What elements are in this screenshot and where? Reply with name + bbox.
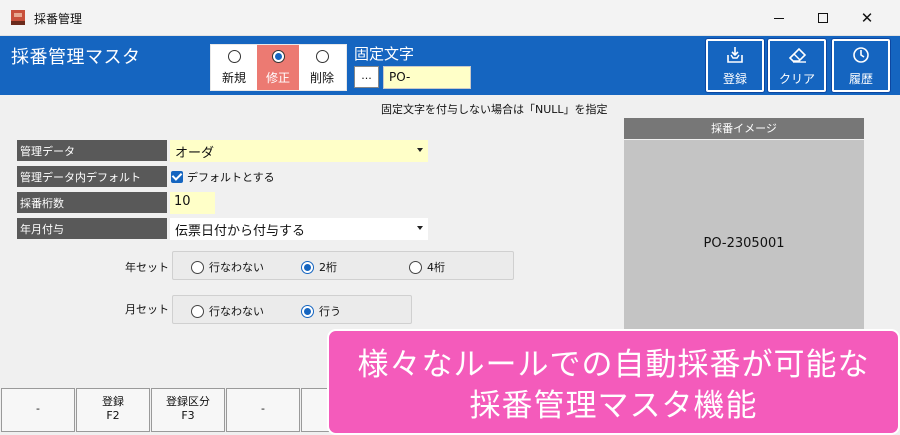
function-key-1[interactable]: - <box>1 388 75 432</box>
mode-edit-label: 修正 <box>265 71 290 85</box>
inbox-download-icon <box>727 47 743 63</box>
digits-label: 採番桁数 <box>17 192 167 213</box>
year-set-radio-2digit[interactable] <box>301 260 314 274</box>
function-key-register-key: F2 <box>106 409 120 422</box>
month-set-option-on-label: 行う <box>319 305 341 318</box>
function-key-register-class-label: 登録区分 <box>166 395 210 408</box>
mode-delete-label: 削除 <box>309 71 334 85</box>
digits-input[interactable]: 10 <box>170 192 215 214</box>
function-key-4[interactable]: - <box>226 388 300 432</box>
app-icon <box>11 10 25 25</box>
promo-banner: 様々なルールでの自動採番が可能な 採番管理マスタ機能 <box>327 329 900 435</box>
mode-edit-radio[interactable] <box>272 50 285 63</box>
date-append-select[interactable]: 伝票日付から付与する <box>170 218 428 240</box>
register-button-label: 登録 <box>722 72 747 86</box>
year-set-option-2digit[interactable]: 2桁 <box>301 259 337 275</box>
month-set-group: 行なわない 行う <box>172 295 412 324</box>
default-checkbox-label: デフォルトとする <box>187 171 275 184</box>
preview-value: PO-2305001 <box>703 236 785 251</box>
month-set-option-on[interactable]: 行う <box>301 303 341 319</box>
preview-header: 採番イメージ <box>624 118 864 139</box>
default-checkbox-row[interactable]: デフォルトとする <box>171 169 275 185</box>
function-key-register-class-key: F3 <box>181 409 195 422</box>
year-set-group: 行なわない 2桁 4桁 <box>172 251 514 280</box>
mode-delete-radio[interactable] <box>316 50 329 63</box>
app-window: 採番管理 ✕ 採番管理マスタ 新規 修正 削除 固定文字 ... PO- 登録 … <box>0 0 900 435</box>
month-set-option-none[interactable]: 行なわない <box>191 303 264 319</box>
fixed-text-browse-button[interactable]: ... <box>354 66 379 88</box>
clear-button-label: クリア <box>778 72 815 86</box>
fixed-text-input[interactable]: PO- <box>383 66 471 89</box>
header-bar: 採番管理マスタ 新規 修正 削除 固定文字 ... PO- 登録 クリア 履歴 <box>0 36 900 95</box>
screen-title: 採番管理マスタ <box>11 47 141 68</box>
year-set-option-none-label: 行なわない <box>209 261 264 274</box>
year-set-radio-4digit[interactable] <box>409 260 422 274</box>
function-key-register-label: 登録 <box>102 395 124 408</box>
preview-panel: PO-2305001 <box>624 140 864 330</box>
function-key-register[interactable]: 登録 F2 <box>76 388 150 432</box>
mode-delete[interactable]: 削除 <box>301 45 343 90</box>
function-key-4-label: - <box>261 402 265 415</box>
managed-data-value: オーダ <box>175 146 215 161</box>
managed-data-label: 管理データ <box>17 140 167 161</box>
year-set-label: 年セット <box>125 261 169 274</box>
year-set-option-none[interactable]: 行なわない <box>191 259 264 275</box>
fixed-text-hint: 固定文字を付与しない場合は「NULL」を指定 <box>381 103 608 116</box>
maximize-button[interactable] <box>801 4 845 32</box>
function-key-register-class[interactable]: 登録区分 F3 <box>151 388 225 432</box>
default-checkbox[interactable] <box>171 171 183 183</box>
function-key-1-label: - <box>36 402 40 415</box>
close-button[interactable]: ✕ <box>845 4 889 32</box>
date-append-value: 伝票日付から付与する <box>175 224 306 239</box>
eraser-icon <box>788 47 807 63</box>
managed-data-select[interactable]: オーダ <box>170 140 428 162</box>
mode-selector: 新規 修正 削除 <box>210 44 347 91</box>
close-icon: ✕ <box>860 8 874 27</box>
history-button[interactable]: 履歴 <box>832 39 890 92</box>
clock-icon <box>853 47 869 63</box>
month-set-label: 月セット <box>125 303 169 316</box>
year-set-radio-none[interactable] <box>191 260 204 274</box>
year-set-option-2digit-label: 2桁 <box>319 261 337 274</box>
maximize-icon <box>818 13 828 23</box>
mode-new-label: 新規 <box>221 71 246 85</box>
title-bar: 採番管理 ✕ <box>0 0 900 36</box>
minimize-button[interactable] <box>757 4 801 32</box>
date-append-label: 年月付与 <box>17 218 167 239</box>
month-set-radio-on[interactable] <box>301 304 314 318</box>
chevron-down-icon <box>417 226 423 230</box>
chevron-down-icon <box>417 148 423 152</box>
minimize-icon <box>774 17 784 19</box>
register-button[interactable]: 登録 <box>706 39 764 92</box>
mode-edit[interactable]: 修正 <box>257 45 299 90</box>
fixed-text-label: 固定文字 <box>354 45 415 63</box>
month-set-radio-none[interactable] <box>191 304 204 318</box>
promo-banner-line2: 採番管理マスタ機能 <box>469 388 758 424</box>
promo-banner-line1: 様々なルールでの自動採番が可能な <box>357 347 870 383</box>
year-set-option-4digit-label: 4桁 <box>427 261 445 274</box>
clear-button[interactable]: クリア <box>768 39 826 92</box>
mode-new[interactable]: 新規 <box>213 45 255 90</box>
window-title: 採番管理 <box>34 12 83 26</box>
default-label: 管理データ内デフォルト <box>17 166 167 187</box>
mode-new-radio[interactable] <box>228 50 241 63</box>
month-set-option-none-label: 行なわない <box>209 305 264 318</box>
history-button-label: 履歴 <box>848 72 873 86</box>
year-set-option-4digit[interactable]: 4桁 <box>409 259 445 275</box>
